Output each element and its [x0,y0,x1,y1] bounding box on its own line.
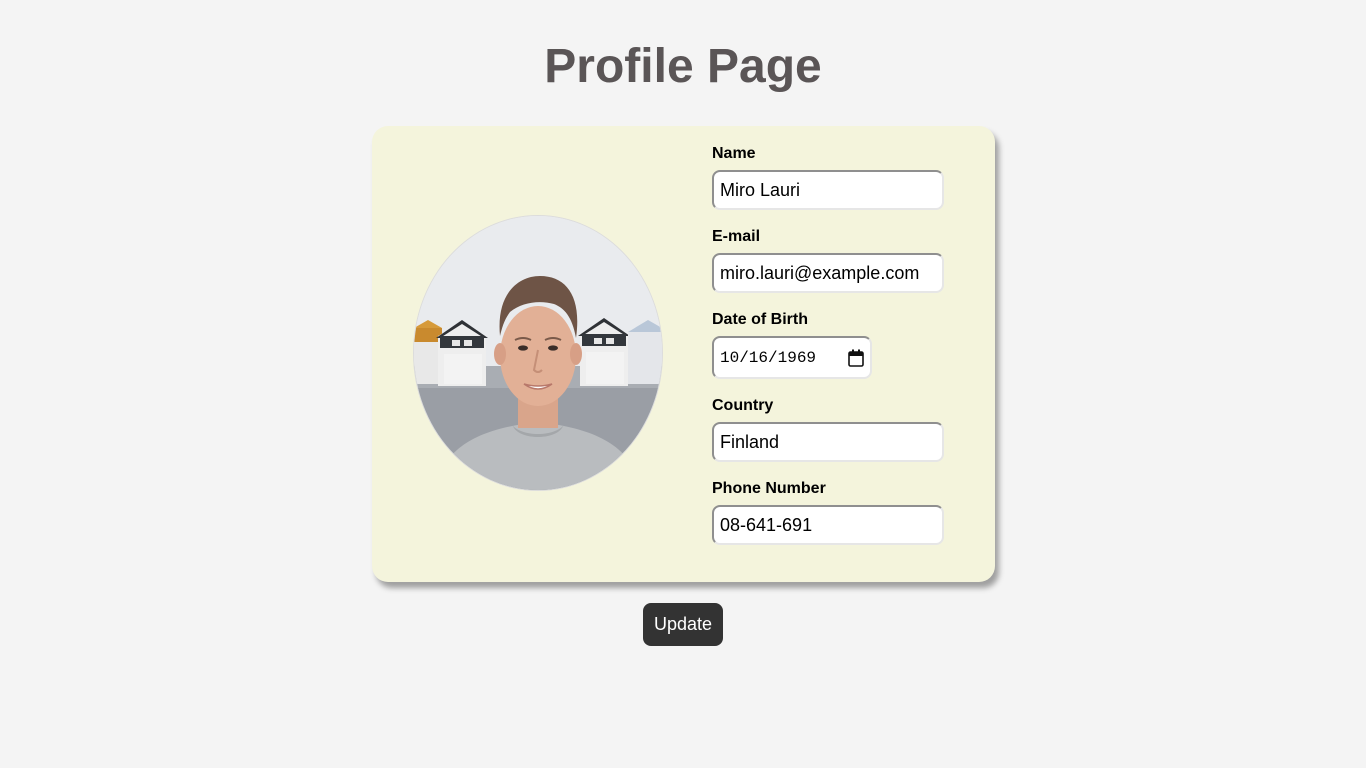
avatar [413,215,663,491]
dob-label: Date of Birth [712,311,808,328]
phone-label: Phone Number [712,480,826,497]
name-label: Name [712,145,756,162]
country-label: Country [712,397,774,414]
country-field[interactable] [712,422,944,462]
email-field[interactable] [712,253,944,293]
dob-field[interactable]: 10/16/1969 [712,336,872,379]
profile-photo-icon [414,216,662,490]
name-field[interactable] [712,170,944,210]
update-button[interactable]: Update [643,603,723,646]
page-title: Profile Page [544,40,822,93]
phone-field[interactable] [712,505,944,545]
dob-value: 10/16/1969 [720,349,817,367]
profile-card: Name E-mail Date of Birth 10/16/1969 Cou… [372,126,995,582]
email-label: E-mail [712,228,761,245]
calendar-icon[interactable] [848,349,864,367]
